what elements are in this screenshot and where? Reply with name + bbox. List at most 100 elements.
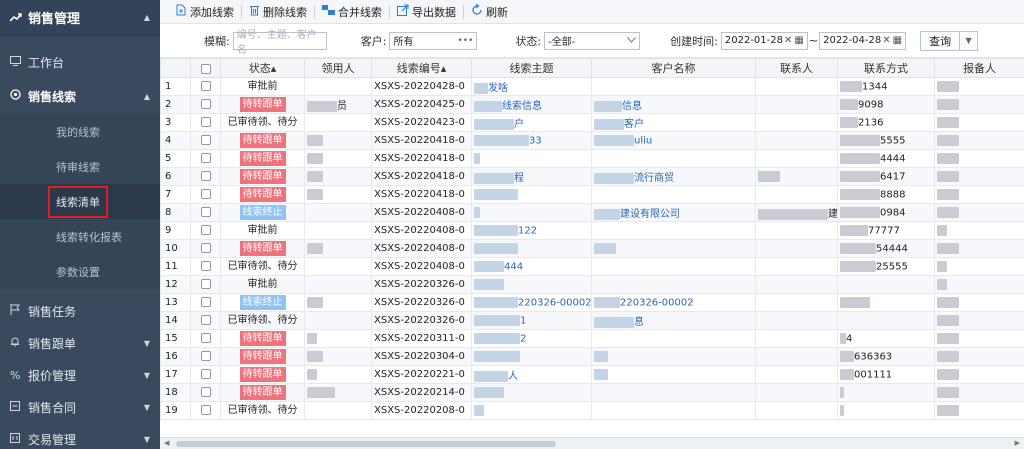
row-checkbox-cell[interactable] [190,311,221,330]
horizontal-scrollbar[interactable]: ◀ ▶ [160,437,1024,449]
row-checkbox[interactable] [200,81,211,91]
row-checkbox[interactable] [200,135,211,145]
lead-topic[interactable]: 人 [508,371,518,382]
code-cell[interactable]: XSXS-20220418-0 [371,131,472,150]
lead-code[interactable]: XSXS-20220326-0 [374,315,465,326]
add-lead-button[interactable]: 添加线索 [170,4,239,20]
topic-cell[interactable]: 发啥 [471,77,592,96]
code-cell[interactable]: XSXS-20220221-0 [371,365,472,384]
table-row[interactable]: 2 待转跟单 员 XSXS-20220425-0 线索信息 信息 9098 [160,95,1024,114]
code-cell[interactable]: XSXS-20220408-0 [371,221,472,240]
row-checkbox-cell[interactable] [190,149,221,168]
topic-cell[interactable]: 444 [471,257,592,276]
row-checkbox-cell[interactable] [190,113,221,132]
topic-cell[interactable]: 220326-00002 [471,293,592,312]
topic-cell[interactable] [471,275,592,294]
customer-name[interactable]: 客户 [624,119,644,130]
table-row[interactable]: 10 待转跟单 XSXS-20220408-0 54444 [160,239,1024,258]
customer-cell[interactable] [591,401,756,420]
code-cell[interactable]: XSXS-20220408-0 [371,239,472,258]
customer-cell[interactable] [591,239,756,258]
fuzzy-search-input[interactable]: 编号、主题、客户名 [232,30,327,56]
lead-code[interactable]: XSXS-20220326-0 [374,279,465,290]
table-row[interactable]: 14 已审待领、待分 XSXS-20220326-0 1 息 [160,311,1024,330]
row-checkbox[interactable] [200,189,211,199]
refresh-button[interactable]: 刷新 [466,3,513,20]
code-cell[interactable]: XSXS-20220304-0 [371,347,472,366]
customer-cell[interactable] [591,383,756,402]
lead-code[interactable]: XSXS-20220425-0 [374,99,465,110]
lead-topic[interactable]: 33 [529,135,542,146]
chevron-down-icon[interactable]: ▼ [144,403,150,412]
row-checkbox-cell[interactable] [190,131,221,150]
topic-cell[interactable]: 2 [471,329,592,348]
table-row[interactable]: 4 待转跟单 XSXS-20220418-0 33 uliu 5555 [160,131,1024,150]
lead-topic[interactable]: 1 [520,315,526,326]
table-row[interactable]: 6 待转跟单 XSXS-20220418-0 程 流行商贸 6417 [160,167,1024,186]
scrollbar-thumb[interactable] [176,441,556,447]
clear-icon[interactable]: ✕ [882,35,890,46]
lead-topic[interactable]: 程 [514,173,524,184]
code-cell[interactable]: XSXS-20220214-0 [371,383,472,402]
column-header-status[interactable]: 状态▴ [220,58,305,78]
sidebar-subitem-lead-list[interactable]: 线索清单 [0,184,160,219]
row-checkbox-cell[interactable] [190,257,221,276]
lead-code[interactable]: XSXS-20220418-0 [374,153,465,164]
topic-cell[interactable] [471,401,592,420]
customer-cell[interactable] [591,185,756,204]
row-checkbox-cell[interactable] [190,293,221,312]
code-cell[interactable]: XSXS-20220408-0 [371,257,472,276]
lead-code[interactable]: XSXS-20220221-0 [374,369,465,380]
row-checkbox[interactable] [200,387,211,397]
code-cell[interactable]: XSXS-20220311-0 [371,329,472,348]
row-checkbox[interactable] [200,153,211,163]
table-row[interactable]: 15 待转跟单 XSXS-20220311-0 2 4 [160,329,1024,348]
sidebar-item-deals[interactable]: 交易管理 ▼ [0,423,160,449]
lead-code[interactable]: XSXS-20220304-0 [374,351,465,362]
scroll-left-icon[interactable]: ◀ [164,439,169,447]
topic-cell[interactable] [471,203,592,222]
customer-cell[interactable] [591,347,756,366]
customer-cell[interactable] [591,149,756,168]
table-row[interactable]: 12 审批前 XSXS-20220326-0 [160,275,1024,294]
customer-cell[interactable] [591,365,756,384]
customer-name[interactable]: uliu [634,135,652,146]
chevron-down-icon[interactable]: ▼ [144,435,150,444]
lead-topic[interactable]: 444 [504,261,523,272]
row-checkbox[interactable] [200,369,211,379]
customer-cell[interactable]: 客户 [591,113,756,132]
sidebar-item-sales-followup[interactable]: 销售跟单 ▼ [0,327,160,359]
code-cell[interactable]: XSXS-20220425-0 [371,95,472,114]
customer-cell[interactable]: uliu [591,131,756,150]
lead-topic[interactable]: 220326-00002 [518,297,591,308]
lead-code[interactable]: XSXS-20220408-0 [374,207,465,218]
lead-code[interactable]: XSXS-20220418-0 [374,135,465,146]
table-row[interactable]: 7 待转跟单 XSXS-20220418-0 8888 [160,185,1024,204]
topic-cell[interactable]: 33 [471,131,592,150]
sidebar-header[interactable]: 销售管理 ▲ [0,0,160,36]
code-cell[interactable]: XSXS-20220408-0 [371,203,472,222]
customer-cell[interactable]: 建设有限公司 [591,203,756,222]
select-all-checkbox[interactable] [200,63,211,74]
query-options-dropdown[interactable]: ▼ [960,30,979,51]
customer-cell[interactable]: 信息 [591,95,756,114]
row-checkbox[interactable] [200,243,211,253]
calendar-icon[interactable]: ▦ [794,35,803,46]
column-header-select[interactable] [190,58,221,78]
column-header-contact[interactable]: 联系人 [755,58,838,78]
topic-cell[interactable] [471,149,592,168]
column-header-topic[interactable]: 线索主题 [471,58,592,78]
row-checkbox[interactable] [200,207,211,217]
customer-cell[interactable] [591,221,756,240]
row-checkbox[interactable] [200,225,211,235]
sidebar-subitem-pending-leads[interactable]: 待审线索 [0,149,160,184]
row-checkbox-cell[interactable] [190,365,221,384]
customer-name[interactable]: 信息 [622,101,642,112]
lead-code[interactable]: XSXS-20220326-0 [374,297,465,308]
topic-cell[interactable]: 户 [471,113,592,132]
merge-lead-button[interactable]: 合并线索 [317,4,387,20]
customer-name[interactable]: 建设有限公司 [620,209,680,220]
export-data-button[interactable]: 导出数据 [392,4,461,20]
lead-code[interactable]: XSXS-20220208-0 [374,405,465,416]
topic-cell[interactable]: 线索信息 [471,95,592,114]
